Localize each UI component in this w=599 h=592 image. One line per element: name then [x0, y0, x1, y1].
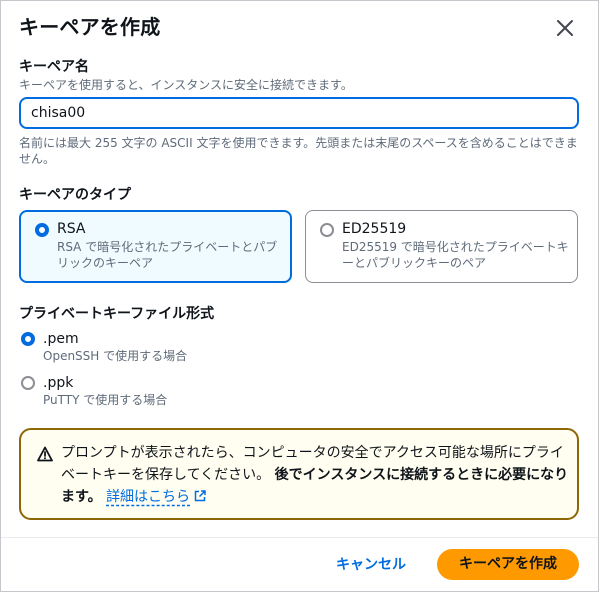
radio-pem[interactable] — [21, 332, 35, 346]
alert-message: プロンプトが表示されたら、コンピュータの安全でアクセス可能な場所にプライベートキ… — [61, 442, 569, 508]
ed25519-description: ED25519 で暗号化されたプライベートキーとパブリックキーのペア — [342, 240, 569, 270]
pem-label[interactable]: .pem — [43, 330, 79, 348]
learn-more-link[interactable]: 詳細はこちら — [106, 489, 190, 505]
warning-alert: プロンプトが表示されたら、コンピュータの安全でアクセス可能な場所にプライベートキ… — [19, 428, 579, 520]
ppk-label[interactable]: .ppk — [43, 374, 73, 392]
footer-divider — [1, 537, 598, 538]
external-link-icon[interactable] — [194, 487, 206, 502]
cancel-button[interactable]: キャンセル — [325, 550, 417, 580]
dialog-header: キーペアを作成 — [19, 13, 580, 45]
close-icon[interactable] — [554, 17, 576, 39]
radio-ed25519[interactable] — [320, 223, 334, 237]
radio-rsa[interactable] — [35, 223, 49, 237]
key-name-description: キーペアを使用すると、インスタンスに安全に接続できます。 — [19, 78, 353, 92]
create-key-pair-button[interactable]: キーペアを作成 — [437, 549, 579, 580]
key-name-label: キーペア名 — [19, 59, 89, 75]
dialog-title: キーペアを作成 — [19, 15, 161, 39]
key-type-label: キーペアのタイプ — [19, 187, 131, 203]
rsa-title: RSA — [57, 221, 86, 237]
file-format-label: プライベートキーファイル形式 — [19, 306, 215, 322]
warning-icon — [37, 446, 53, 462]
key-type-tile-rsa[interactable]: RSA RSA で暗号化されたプライベートとパブリックのキーペア — [19, 210, 292, 283]
key-name-input[interactable] — [19, 97, 579, 129]
ppk-description: PuTTY で使用する場合 — [43, 393, 168, 407]
key-name-hint: 名前には最大 255 文字の ASCII 文字を使用できます。先頭または末尾のス… — [19, 136, 578, 166]
create-key-pair-dialog: キーペアを作成 キーペア名 キーペアを使用すると、インスタンスに安全に接続できま… — [0, 0, 599, 592]
pem-description: OpenSSH で使用する場合 — [43, 349, 188, 363]
rsa-description: RSA で暗号化されたプライベートとパブリックのキーペア — [57, 240, 278, 270]
ed25519-title: ED25519 — [342, 221, 407, 237]
key-type-tile-ed25519[interactable]: ED25519 ED25519 で暗号化されたプライベートキーとパブリックキーの… — [305, 210, 578, 283]
radio-ppk[interactable] — [21, 376, 35, 390]
